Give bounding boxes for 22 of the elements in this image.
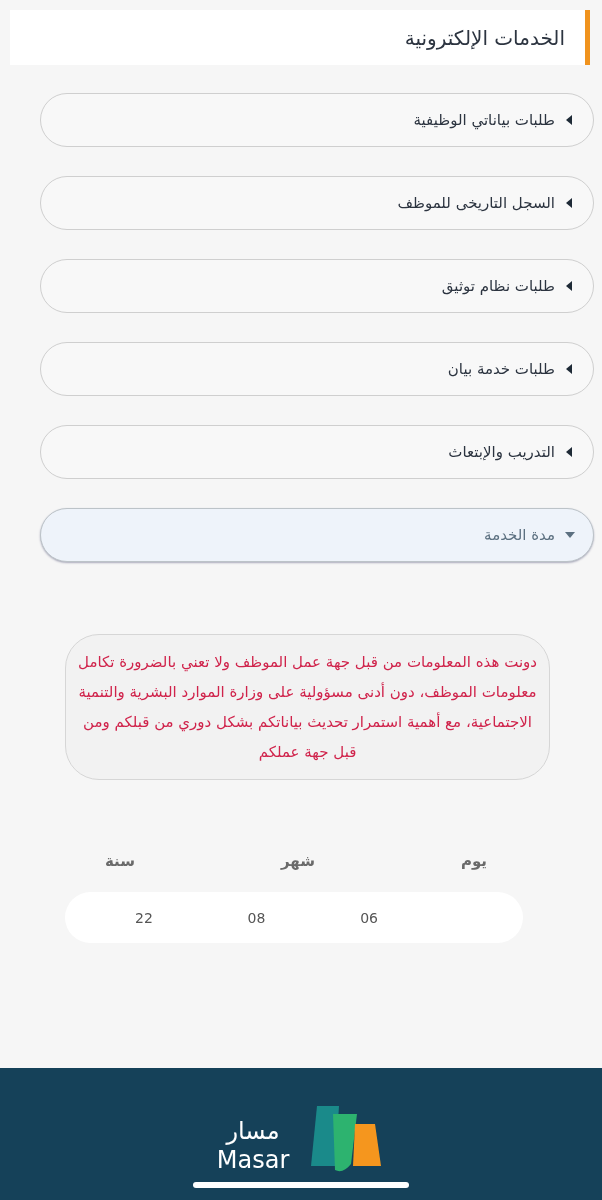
caret-icon (565, 115, 575, 125)
caret-icon (565, 530, 575, 540)
duration-label: سنة (105, 852, 135, 870)
accordion-item[interactable]: التدريب والإبتعاث (40, 425, 594, 479)
duration-value: 22 (135, 909, 153, 926)
caret-icon (565, 281, 575, 291)
duration-value: 06 (360, 909, 378, 926)
notice-text: دونت هذه المعلومات من قبل جهة عمل الموظف ولا تعني بالضرورة تكامل معلومات الموظف، دون أدنى مسؤولية على وزارة الموارد البشرية والتنمية الاجتماعية، مع أهمية استمرار تحديث بياناتكم بشكل دوري من قبلكم ومن قبل جهة عملكم (78, 653, 537, 761)
section-title: الخدمات الإلكترونية (404, 25, 565, 50)
accordion-item[interactable]: طلبات نظام توثيق (40, 259, 594, 313)
accordion-item[interactable]: السجل التاريخى للموظف (40, 176, 594, 230)
accordion-item[interactable]: طلبات خدمة بيان (40, 342, 594, 396)
duration-value: 08 (247, 909, 266, 926)
logo-arabic-text: مسار (226, 1116, 280, 1146)
logo-latin-text: Masar (216, 1146, 290, 1174)
accordion-item[interactable]: طلبات بياناتي الوظيفية (40, 93, 594, 147)
caret-icon (565, 198, 575, 208)
duration-label: شهر (281, 852, 315, 870)
caret-icon (565, 447, 575, 457)
duration-label: يوم (460, 852, 487, 870)
accordion-item[interactable]: مدة الخدمة (40, 508, 594, 562)
caret-icon (565, 364, 575, 374)
